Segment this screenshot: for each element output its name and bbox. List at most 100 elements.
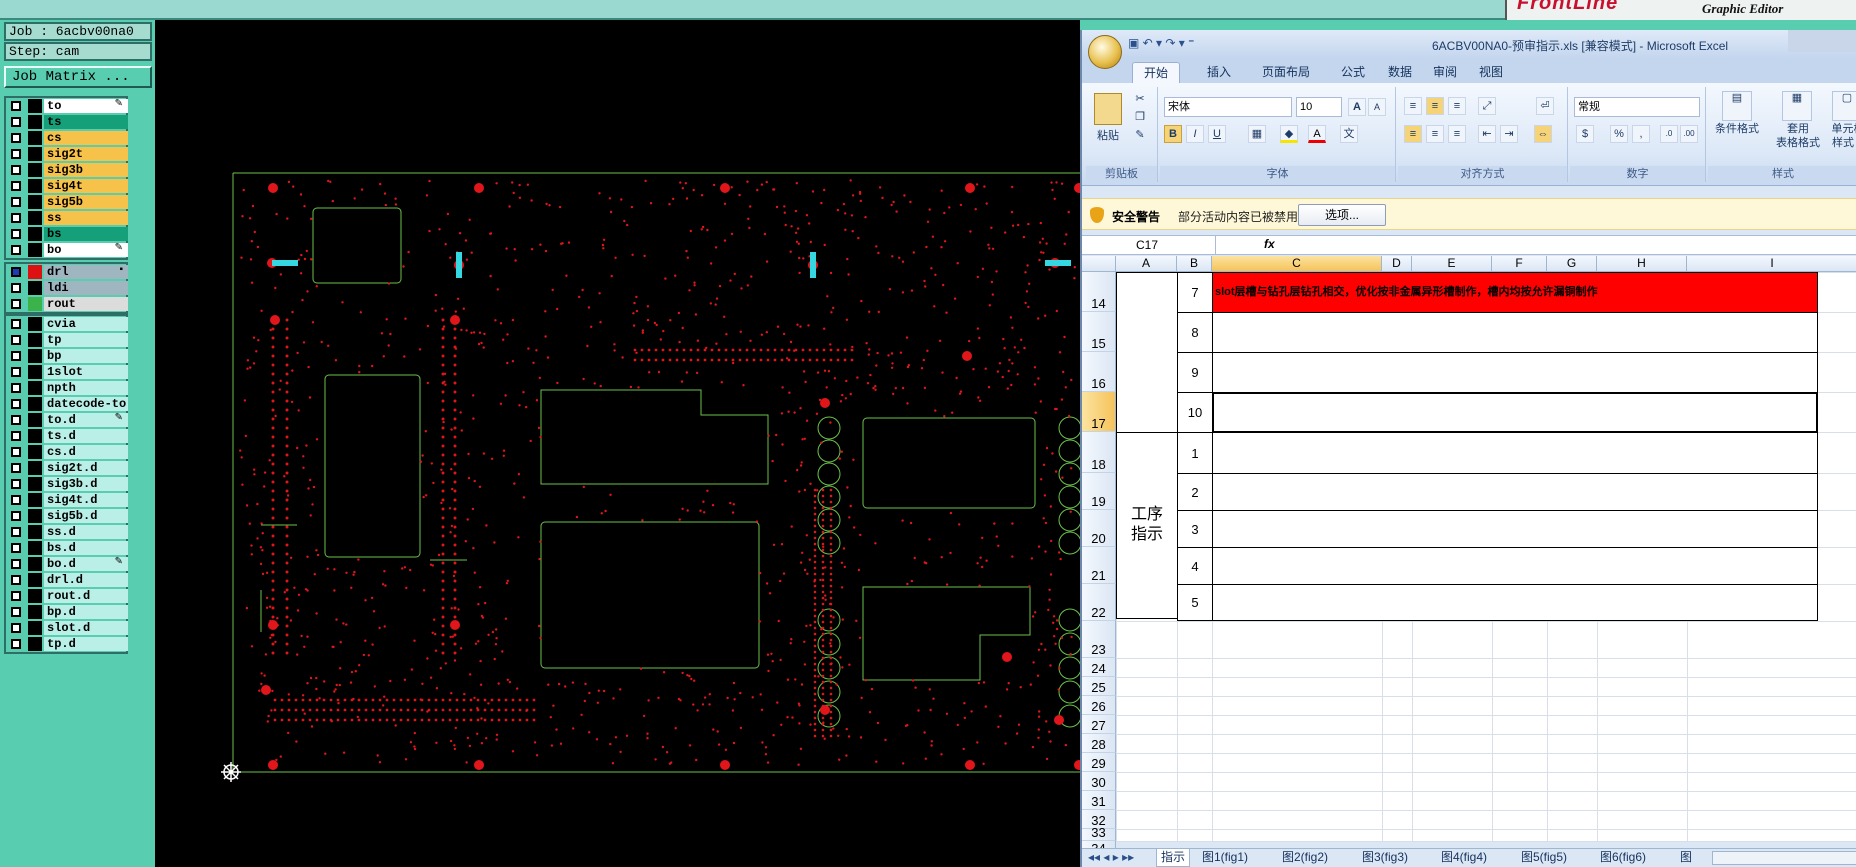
sheet-tab[interactable]: 图2(fig2) [1282,849,1328,867]
sheet-tab[interactable]: 图 [1680,849,1692,867]
c17-active-cell[interactable] [1212,392,1818,433]
layer-affected-marker[interactable] [28,163,42,177]
cell-styles-icon[interactable]: ▢ [1832,91,1856,121]
table-format-button-line1[interactable]: 套用 [1770,123,1826,136]
layer-name[interactable]: sig4t.d [44,493,128,507]
row-header[interactable]: 17 [1082,392,1116,432]
layer-affected-marker[interactable] [28,429,42,443]
layer-row[interactable]: rout.d [6,588,128,604]
layer-checkbox[interactable] [11,213,21,223]
column-header[interactable]: H [1597,256,1687,272]
layer-name[interactable]: ts [44,115,128,129]
horizontal-scrollbar[interactable] [1712,851,1856,865]
b-cell[interactable]: 2 [1177,473,1213,511]
merged-label-cell[interactable]: 工序 指示 [1116,432,1178,619]
b-cell[interactable]: 5 [1177,584,1213,621]
column-header[interactable]: B [1177,256,1212,272]
layer-affected-marker[interactable] [28,115,42,129]
cell-styles-button-line2[interactable]: 样式 [1828,137,1856,150]
layer-row[interactable]: ldi [6,280,128,296]
font-size-select[interactable]: 10 [1296,97,1342,117]
layer-row[interactable]: to ✎ [6,98,128,114]
layer-affected-marker[interactable] [28,509,42,523]
layer-row[interactable]: bp.d [6,604,128,620]
column-header[interactable]: I [1687,256,1856,272]
table-format-icon[interactable]: ▦ [1782,91,1812,121]
layer-name[interactable]: bs [44,227,128,241]
sheet-tab[interactable]: 图3(fig3) [1362,849,1408,867]
layer-row[interactable]: bp [6,348,128,364]
options-button[interactable]: 选项... [1298,204,1386,226]
layer-affected-marker[interactable] [28,397,42,411]
row-header[interactable]: 15 [1082,312,1116,352]
layer-checkbox[interactable] [11,383,21,393]
row-header[interactable]: 28 [1082,734,1116,753]
name-box[interactable]: C17 [1086,236,1216,254]
layer-affected-marker[interactable] [28,349,42,363]
layer-name[interactable]: rout.d [44,589,128,603]
layer-checkbox[interactable] [11,367,21,377]
row-header[interactable]: 24 [1082,658,1116,677]
layer-row[interactable]: bo.d ✎ [6,556,128,572]
tab-1[interactable]: 插入 [1199,62,1239,83]
c-merged-cell[interactable] [1212,510,1818,548]
row-header[interactable]: 31 [1082,791,1116,810]
layer-row[interactable]: sig5b [6,194,128,210]
layer-row[interactable]: bs.d [6,540,128,556]
b-cell[interactable]: 3 [1177,510,1213,548]
layer-checkbox[interactable] [11,101,21,111]
comma-icon[interactable]: , [1632,125,1650,143]
tab-0[interactable]: 开始 [1132,62,1180,83]
column-header[interactable]: C [1212,256,1382,272]
layer-checkbox[interactable] [11,639,21,649]
underline-button[interactable]: U [1208,125,1226,143]
layer-name[interactable]: cvia [44,317,128,331]
paste-button[interactable]: 粘贴 [1090,130,1126,143]
layer-checkbox[interactable] [11,527,21,537]
layer-checkbox[interactable] [11,575,21,585]
layer-affected-marker[interactable] [28,541,42,555]
layer-checkbox[interactable] [11,165,21,175]
column-header[interactable]: A [1116,256,1177,272]
layer-row[interactable]: sig3b [6,162,128,178]
layer-checkbox[interactable] [11,283,21,293]
layer-row[interactable]: sig4t.d [6,492,128,508]
layer-name[interactable]: ldi [44,281,128,295]
align-bottom-icon[interactable]: ≡ [1448,97,1466,115]
layer-affected-marker[interactable] [28,605,42,619]
layer-name[interactable]: sig3b.d [44,477,128,491]
layer-checkbox[interactable] [11,117,21,127]
number-format-select[interactable]: 常规 [1574,97,1700,117]
layer-name[interactable]: npth [44,381,128,395]
layer-affected-marker[interactable] [28,365,42,379]
decrease-decimal-icon[interactable]: .00 [1680,125,1698,143]
job-matrix-button[interactable]: Job Matrix ... [4,66,152,88]
layer-affected-marker[interactable] [28,179,42,193]
layer-affected-marker[interactable] [28,493,42,507]
layer-affected-marker[interactable] [28,317,42,331]
layer-row[interactable]: cs.d [6,444,128,460]
column-header[interactable]: G [1547,256,1597,272]
layer-affected-marker[interactable] [28,211,42,225]
office-button[interactable] [1088,35,1122,69]
layer-name[interactable]: 1slot [44,365,128,379]
sheet-tab[interactable]: 图4(fig4) [1441,849,1487,867]
layer-row[interactable]: to.d ✎ [6,412,128,428]
font-color-icon[interactable]: A [1308,125,1326,143]
layer-affected-marker[interactable] [28,99,42,113]
layer-row[interactable]: sig4t [6,178,128,194]
layer-checkbox[interactable] [11,245,21,255]
layer-checkbox[interactable] [11,415,21,425]
borders-icon[interactable]: ▦ [1248,125,1266,143]
tab-5[interactable]: 审阅 [1425,62,1465,83]
row-header[interactable]: 33 [1082,826,1116,841]
increase-decimal-icon[interactable]: .0 [1660,125,1678,143]
select-all-corner[interactable] [1082,256,1116,272]
row14-description-cell[interactable]: slot层槽与钻孔层钻孔相交，优化按非金属异形槽制作，槽内均按允许漏铜制作 [1212,272,1818,313]
cut-icon[interactable]: ✂ [1132,93,1148,106]
merged-a-cell-top[interactable] [1116,272,1178,433]
layer-affected-marker[interactable] [28,637,42,651]
layer-name[interactable]: drl [44,265,128,279]
c-merged-cell[interactable] [1212,352,1818,393]
layer-checkbox[interactable] [11,351,21,361]
